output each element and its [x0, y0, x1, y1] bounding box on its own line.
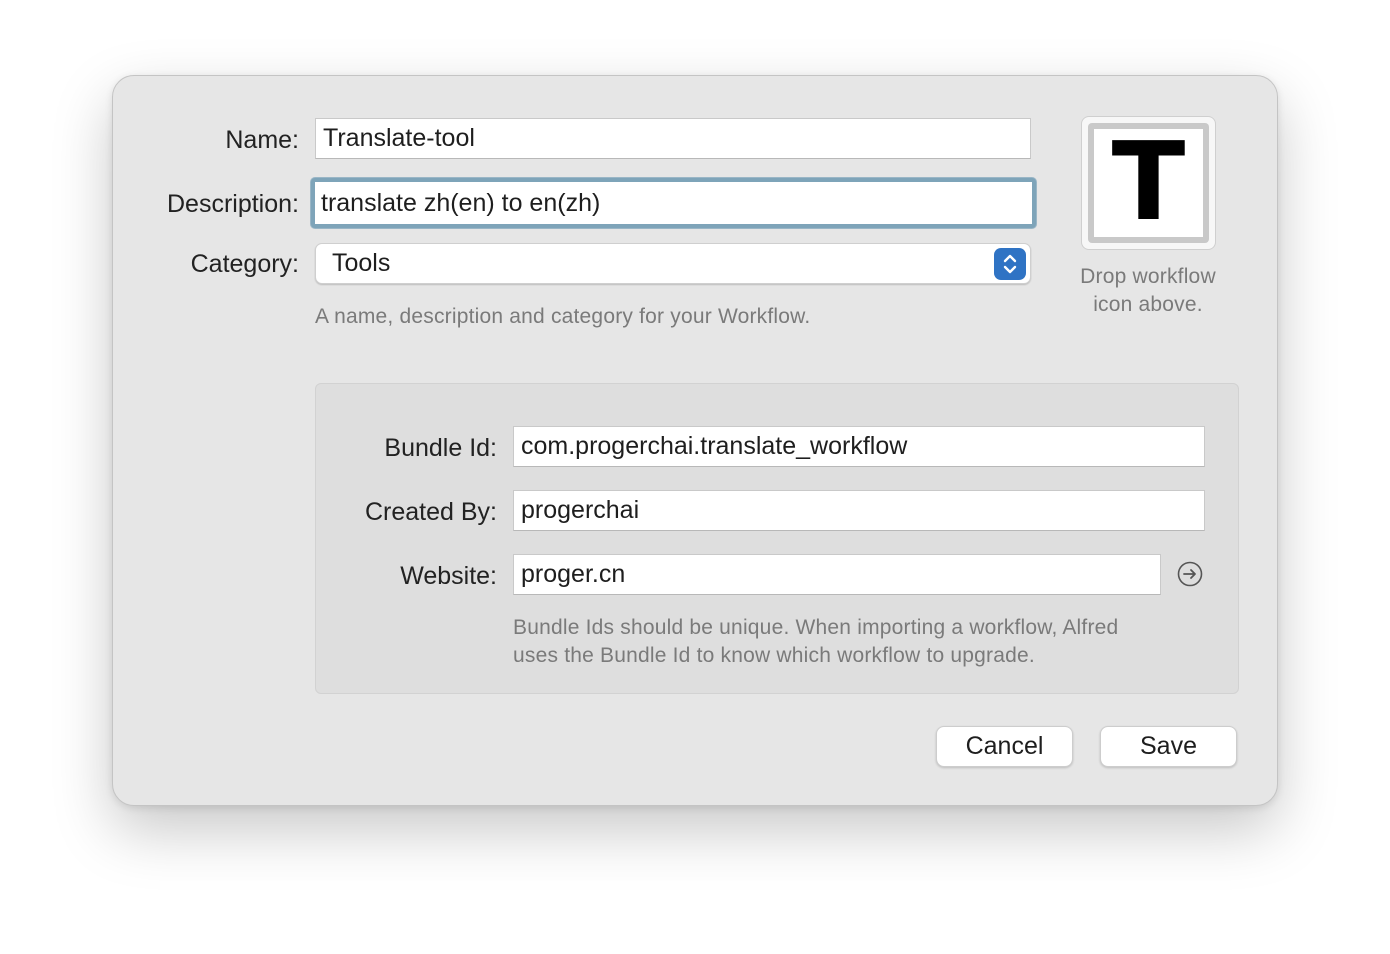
- name-field[interactable]: Translate-tool: [315, 118, 1031, 159]
- arrow-right-circle-icon[interactable]: [1177, 561, 1203, 587]
- website-field[interactable]: proger.cn: [513, 554, 1161, 595]
- bundle-id-label: Bundle Id:: [384, 434, 497, 462]
- description-label: Description:: [167, 190, 299, 218]
- description-field[interactable]: translate zh(en) to en(zh): [311, 178, 1036, 228]
- cancel-button[interactable]: Cancel: [936, 726, 1073, 767]
- bundle-id-field[interactable]: com.progerchai.translate_workflow: [513, 426, 1205, 467]
- category-label: Category:: [190, 250, 299, 278]
- category-value: Tools: [332, 249, 391, 277]
- save-button[interactable]: Save: [1100, 726, 1237, 767]
- name-label: Name:: [225, 126, 299, 154]
- form-hint: A name, description and category for you…: [315, 305, 811, 328]
- chevron-up-down-icon[interactable]: [994, 248, 1026, 280]
- icon-well-caption: Drop workflow icon above.: [1080, 265, 1216, 316]
- workflow-config-dialog: Name: Translate-tool Description: transl…: [112, 75, 1278, 806]
- workflow-icon-image: T: [1094, 129, 1203, 237]
- workflow-icon-well[interactable]: T: [1081, 116, 1216, 250]
- bundle-info-panel: Bundle Id: com.progerchai.translate_work…: [315, 383, 1239, 694]
- website-label: Website:: [400, 562, 497, 590]
- created-by-field[interactable]: progerchai: [513, 490, 1205, 531]
- category-popup[interactable]: Tools: [315, 243, 1031, 284]
- bundle-hint: Bundle Ids should be unique. When import…: [513, 616, 1119, 667]
- created-by-label: Created By:: [364, 498, 497, 526]
- workflow-icon-letter: T: [1111, 120, 1186, 245]
